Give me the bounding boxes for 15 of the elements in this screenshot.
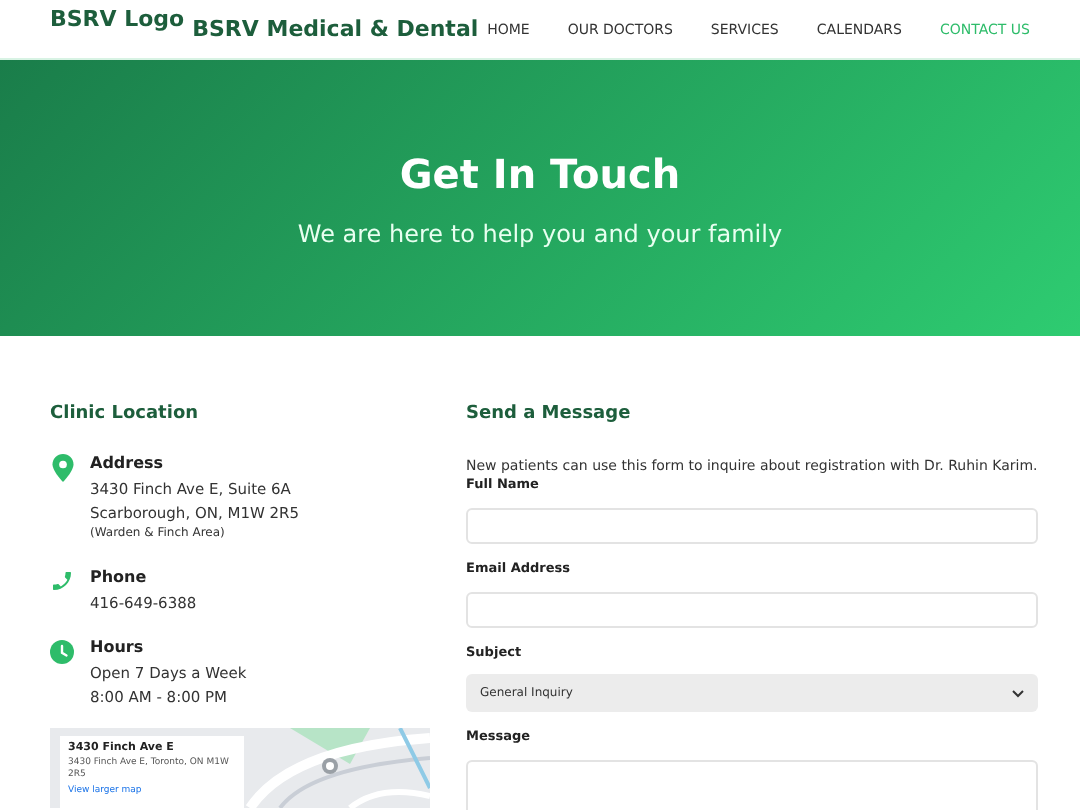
hero-title: Get In Touch <box>399 148 681 202</box>
section-heading: Send a Message <box>466 402 633 428</box>
chevron-down-icon <box>1011 689 1024 698</box>
text-field[interactable] <box>466 591 1038 627</box>
text-field[interactable] <box>466 507 1038 544</box>
brand-name: BSRV Medical & Dental <box>192 14 479 47</box>
section-heading: Clinic Location <box>50 402 201 428</box>
phone-icon <box>50 567 74 593</box>
info-title: Hours <box>90 635 146 659</box>
hero-subtitle: We are here to help you and your family <box>297 218 783 252</box>
info-title: Phone <box>90 565 149 589</box>
clock-icon <box>50 637 74 665</box>
logo-alt-text: BSRV Logo <box>50 4 185 36</box>
info-title: Address <box>90 451 166 475</box>
map-pin-icon <box>51 453 73 481</box>
